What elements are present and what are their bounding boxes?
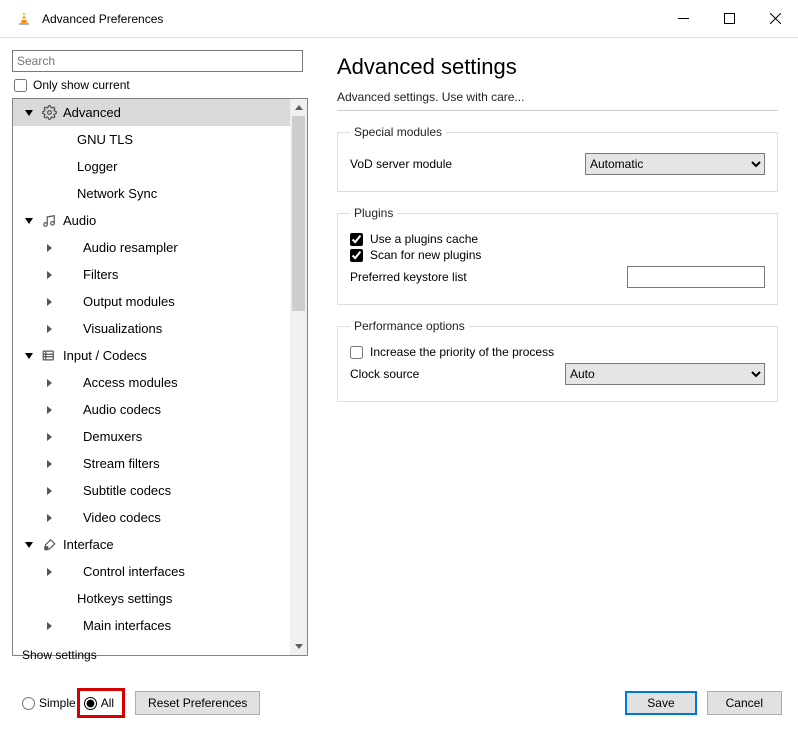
radio-simple-input[interactable] [22, 697, 35, 710]
search-input[interactable] [12, 50, 303, 72]
use-plugins-cache-input[interactable] [350, 233, 363, 246]
page-heading: Advanced settings [337, 54, 778, 80]
scroll-down-button[interactable] [290, 638, 307, 655]
chevron-right-icon[interactable] [41, 321, 57, 337]
chevron-down-icon[interactable] [21, 105, 37, 121]
chevron-right-icon[interactable] [41, 375, 57, 391]
title-bar: Advanced Preferences [0, 0, 798, 38]
tree-node-advanced[interactable]: Advanced [13, 99, 307, 126]
tree-node-control-interfaces[interactable]: Control interfaces [13, 558, 307, 585]
tree-node-output-modules[interactable]: Output modules [13, 288, 307, 315]
tree-node-network-sync[interactable]: Network Sync [13, 180, 307, 207]
maximize-button[interactable] [706, 3, 752, 35]
scan-new-plugins-checkbox[interactable]: Scan for new plugins [350, 248, 765, 262]
page-subtitle: Advanced settings. Use with care... [337, 90, 778, 111]
codec-icon [39, 349, 59, 362]
close-button[interactable] [752, 3, 798, 35]
chevron-right-icon[interactable] [41, 294, 57, 310]
tree-label: Advanced [63, 105, 121, 120]
chevron-right-icon[interactable] [41, 456, 57, 472]
group-legend: Special modules [350, 125, 446, 139]
group-legend: Performance options [350, 319, 469, 333]
group-performance: Performance options Increase the priorit… [337, 319, 778, 402]
tree-node-access-modules[interactable]: Access modules [13, 369, 307, 396]
increase-priority-input[interactable] [350, 346, 363, 359]
footer: Show settings Simple All Reset Preferenc… [0, 674, 798, 732]
tree-node-video-codecs[interactable]: Video codecs [13, 504, 307, 531]
chevron-down-icon[interactable] [21, 213, 37, 229]
tree-node-input-codecs[interactable]: Input / Codecs [13, 342, 307, 369]
window-controls [660, 3, 798, 35]
vod-label: VoD server module [350, 157, 585, 171]
minimize-button[interactable] [660, 3, 706, 35]
tree-node-audio-resampler[interactable]: Audio resampler [13, 234, 307, 261]
tree-node-audio[interactable]: Audio [13, 207, 307, 234]
scroll-up-button[interactable] [290, 99, 307, 116]
chevron-right-icon[interactable] [41, 618, 57, 634]
only-show-current-input[interactable] [14, 79, 27, 92]
chevron-right-icon[interactable] [41, 429, 57, 445]
vlc-cone-icon [16, 11, 32, 27]
use-plugins-cache-checkbox[interactable]: Use a plugins cache [350, 232, 765, 246]
chevron-down-icon[interactable] [21, 537, 37, 553]
tree-node-demuxers[interactable]: Demuxers [13, 423, 307, 450]
save-button[interactable]: Save [625, 691, 696, 715]
chevron-right-icon[interactable] [41, 510, 57, 526]
tree-node-audio-codecs[interactable]: Audio codecs [13, 396, 307, 423]
tree-node-main-interfaces[interactable]: Main interfaces [13, 612, 307, 639]
brush-icon [39, 538, 59, 552]
scroll-thumb[interactable] [292, 116, 305, 311]
chevron-right-icon[interactable] [41, 240, 57, 256]
only-show-current-label: Only show current [33, 78, 130, 92]
group-plugins: Plugins Use a plugins cache Scan for new… [337, 206, 778, 305]
clock-source-label: Clock source [350, 367, 565, 381]
highlight-box: All [77, 688, 125, 718]
tree-node-logger[interactable]: Logger [13, 153, 307, 180]
window-title: Advanced Preferences [42, 12, 163, 26]
radio-simple[interactable]: Simple [22, 696, 76, 710]
chevron-right-icon[interactable] [41, 564, 57, 580]
radio-all-input[interactable] [84, 697, 97, 710]
preferences-tree: Advanced GNU TLS Logger Network Sync Aud… [12, 98, 308, 656]
only-show-current-checkbox[interactable]: Only show current [14, 78, 315, 92]
keystore-input[interactable] [627, 266, 765, 288]
music-note-icon [39, 214, 59, 228]
show-settings-label: Show settings [22, 648, 97, 662]
chevron-right-icon[interactable] [41, 267, 57, 283]
radio-all[interactable]: All [84, 696, 114, 710]
chevron-right-icon[interactable] [41, 483, 57, 499]
group-special-modules: Special modules VoD server module Automa… [337, 125, 778, 192]
increase-priority-checkbox[interactable]: Increase the priority of the process [350, 345, 765, 359]
tree-node-stream-filters[interactable]: Stream filters [13, 450, 307, 477]
gear-icon [39, 105, 59, 120]
tree-scrollbar[interactable] [290, 99, 307, 655]
scan-new-plugins-input[interactable] [350, 249, 363, 262]
left-panel: Only show current Advanced GNU TLS Logge… [0, 38, 315, 674]
group-legend: Plugins [350, 206, 397, 220]
tree-node-hotkeys-settings[interactable]: Hotkeys settings [13, 585, 307, 612]
chevron-right-icon[interactable] [41, 402, 57, 418]
tree-node-filters[interactable]: Filters [13, 261, 307, 288]
chevron-down-icon[interactable] [21, 348, 37, 364]
tree-node-gnu-tls[interactable]: GNU TLS [13, 126, 307, 153]
tree-node-visualizations[interactable]: Visualizations [13, 315, 307, 342]
cancel-button[interactable]: Cancel [707, 691, 782, 715]
tree-node-interface[interactable]: Interface [13, 531, 307, 558]
vod-select[interactable]: Automatic [585, 153, 765, 175]
keystore-label: Preferred keystore list [350, 270, 627, 284]
reset-preferences-button[interactable]: Reset Preferences [135, 691, 260, 715]
clock-source-select[interactable]: Auto [565, 363, 765, 385]
tree-node-subtitle-codecs[interactable]: Subtitle codecs [13, 477, 307, 504]
right-panel: Advanced settings Advanced settings. Use… [315, 38, 798, 674]
